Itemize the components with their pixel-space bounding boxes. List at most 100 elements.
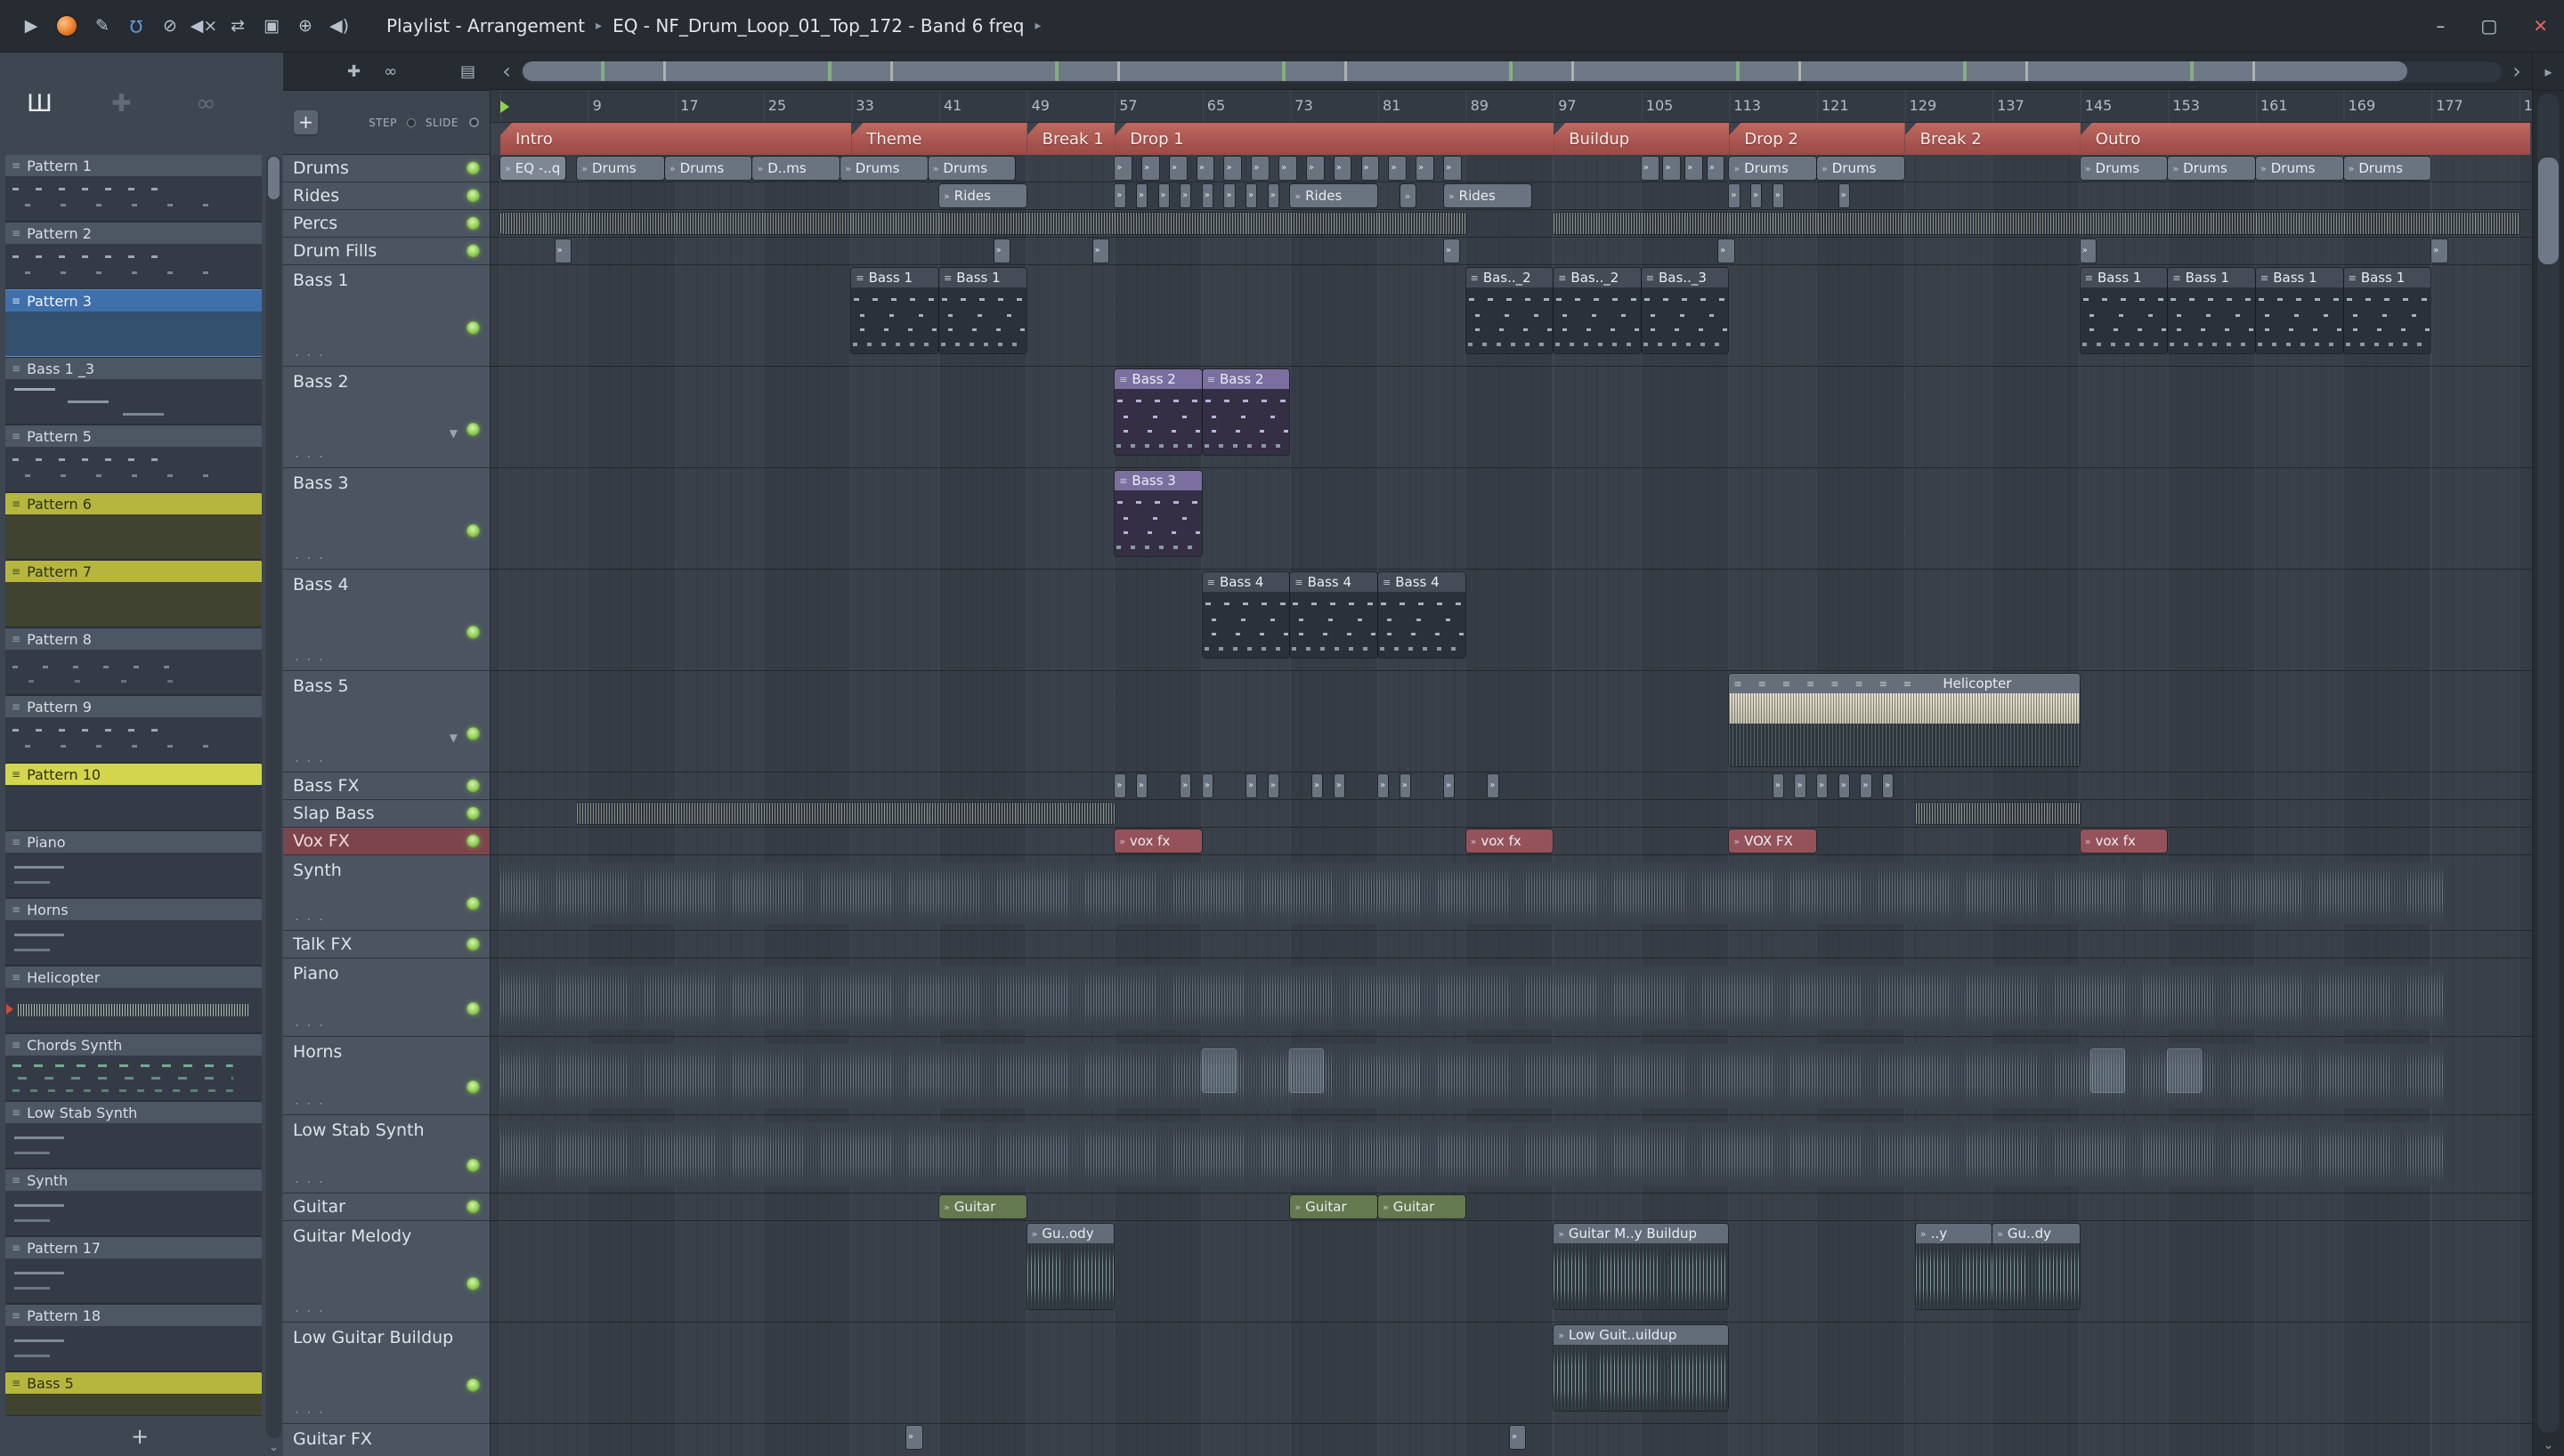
clip-bass-3[interactable]: ≡ Bass 3	[1115, 471, 1202, 556]
horizontal-scrollbar[interactable]	[520, 59, 2503, 83]
track-header-drums[interactable]: Drums	[283, 155, 490, 182]
move-tool-icon[interactable]: ✚	[111, 90, 132, 117]
mini-clip[interactable]: »	[1224, 184, 1235, 207]
clip-bass-1[interactable]: ≡ Bass 1	[2080, 268, 2168, 353]
clip-bas-2[interactable]: ≡ Bas.._2	[1465, 268, 1554, 353]
clip-rides[interactable]: » Rides	[1443, 184, 1531, 207]
pattern-item-pattern-7[interactable]: ≡ Pattern 7	[5, 561, 262, 627]
swap-arrows-icon[interactable]: ⇄	[223, 11, 253, 41]
mini-clip[interactable]: »	[2431, 239, 2447, 263]
track-header-talk-fx[interactable]: Talk FX	[283, 931, 490, 959]
mute-speaker-icon[interactable]: ◀×	[189, 11, 219, 41]
mini-clip[interactable]: »	[1773, 774, 1783, 797]
pattern-item-pattern-18[interactable]: ≡ Pattern 18	[5, 1305, 262, 1371]
mini-clip[interactable]: »	[1334, 157, 1351, 180]
clip-guitar-m-y-buildup[interactable]: » Guitar M..y Buildup	[1554, 1224, 1729, 1309]
pattern-item-piano[interactable]: ≡ Piano	[5, 831, 262, 897]
pattern-item-bass-1-3[interactable]: ≡ Bass 1 _3	[5, 358, 262, 424]
track-header-piano[interactable]: Piano . . .	[283, 959, 490, 1037]
mini-clip[interactable]: »	[906, 1426, 922, 1449]
vertical-scrollbar[interactable]: ▸ ⌄	[2532, 53, 2564, 1456]
clip-d-ms[interactable]: » D..ms	[752, 157, 840, 180]
track-mute-led[interactable]	[467, 897, 480, 911]
clip-y[interactable]: » ..y	[1915, 1224, 1992, 1309]
play-icon[interactable]: ▶	[16, 11, 46, 41]
track-mute-led[interactable]	[467, 1158, 480, 1172]
clip-drums[interactable]: » Drums	[1817, 157, 1904, 180]
track-header-low-guitar-buildup[interactable]: Low Guitar Buildup . . .	[283, 1323, 490, 1424]
scroll-left-arrow[interactable]: ‹	[498, 59, 515, 84]
audio-stem-waveform[interactable]	[500, 862, 2443, 924]
pattern-item-pattern-17[interactable]: ≡ Pattern 17	[5, 1237, 262, 1303]
clip-guitar[interactable]: » Guitar	[1378, 1195, 1465, 1218]
track-header-bass-4[interactable]: Bass 4 . . .	[283, 570, 490, 671]
mini-clip[interactable]: »	[1142, 157, 1159, 180]
track-header-bass-3[interactable]: Bass 3 . . .	[283, 468, 490, 570]
master-volume-icon[interactable]: ◀)	[324, 11, 354, 41]
audio-stem-waveform[interactable]	[500, 1044, 2443, 1108]
scroll-down-arrow[interactable]: ⌄	[266, 1440, 281, 1454]
close-button[interactable]: ✕	[2533, 15, 2548, 36]
scrollbar-thumb[interactable]	[268, 157, 280, 199]
mini-clip[interactable]: »	[1861, 774, 1871, 797]
clip-drums[interactable]: » Drums	[664, 157, 752, 180]
scrollbar-thumb[interactable]	[2538, 158, 2559, 264]
clip-drums[interactable]: » Drums	[2256, 157, 2343, 180]
clip-helicopter[interactable]: ≡ ≡ ≡ ≡ ≡ ≡ ≡ ≡ Helicopter	[1729, 674, 2080, 766]
move-tool-icon[interactable]: ✚	[347, 62, 361, 81]
mini-clip[interactable]: »	[1268, 774, 1279, 797]
clip-drums[interactable]: » Drums	[928, 157, 1016, 180]
track-header-percs[interactable]: Percs	[283, 210, 490, 238]
mini-clip[interactable]: »	[1685, 157, 1702, 180]
clip-drums[interactable]: » Drums	[2343, 157, 2431, 180]
clip-bass-2[interactable]: ≡ Bass 2	[1115, 369, 1202, 455]
mini-clip[interactable]: »	[1115, 157, 1132, 180]
clip-low-guit-uildup[interactable]: » Low Guit..uildup	[1554, 1325, 1729, 1411]
scroll-down-arrow[interactable]: ⌄	[2533, 1438, 2564, 1452]
clip-drums[interactable]: » Drums	[840, 157, 928, 180]
track-header-bass-5[interactable]: Bass 5 . . . ▼	[283, 671, 490, 772]
pattern-picker-icon[interactable]: Ш	[27, 90, 53, 117]
mini-clip[interactable]: »	[1443, 239, 1460, 263]
clip-bass-1[interactable]: ≡ Bass 1	[2343, 268, 2431, 353]
note-ticks-region[interactable]	[1915, 803, 2081, 824]
mini-clip[interactable]: »	[1641, 157, 1659, 180]
clip-bass-1[interactable]: ≡ Bass 1	[2256, 268, 2343, 353]
mini-clip[interactable]: »	[1136, 774, 1148, 797]
add-track-button[interactable]: +	[294, 110, 318, 134]
mini-clip[interactable]: »	[1751, 184, 1762, 207]
mini-clip[interactable]: »	[1115, 184, 1125, 207]
pattern-list-scrollbar[interactable]	[266, 155, 281, 1438]
audio-segment[interactable]	[1202, 1049, 1236, 1092]
track-mute-led[interactable]	[467, 244, 480, 258]
track-mute-led[interactable]	[467, 189, 480, 203]
mini-clip[interactable]: »	[555, 239, 572, 263]
mini-clip[interactable]: »	[1400, 774, 1410, 797]
audio-stem-waveform[interactable]	[500, 1122, 2443, 1186]
section-marker-drop-1[interactable]: Drop 1	[1115, 123, 1554, 155]
track-header-slap-bass[interactable]: Slap Bass	[283, 800, 490, 828]
section-marker-buildup[interactable]: Buildup	[1554, 123, 1730, 155]
pattern-item-pattern-2[interactable]: ≡ Pattern 2	[5, 222, 262, 288]
clip-rides[interactable]: » Rides	[1290, 184, 1377, 207]
pattern-item-pattern-3[interactable]: ≡ Pattern 3	[5, 290, 262, 356]
track-header-rides[interactable]: Rides	[283, 182, 490, 210]
mini-clip[interactable]: »	[994, 239, 1010, 263]
track-mute-led[interactable]	[467, 1277, 480, 1291]
magnet-snap-icon[interactable]: Ω	[121, 11, 151, 41]
pattern-item-pattern-10[interactable]: ≡ Pattern 10	[5, 764, 262, 829]
clip-bas-3[interactable]: ≡ Bas.._3	[1641, 268, 1729, 353]
track-mute-led[interactable]	[467, 1001, 480, 1015]
clip-drums[interactable]: » Drums	[1729, 157, 1816, 180]
mini-clip[interactable]: »	[1224, 157, 1242, 180]
clip-bass-4[interactable]: ≡ Bass 4	[1290, 572, 1377, 658]
track-menu-arrow-icon[interactable]: ▼	[450, 427, 458, 440]
track-mute-led[interactable]	[467, 216, 480, 231]
mini-clip[interactable]: »	[1181, 184, 1191, 207]
note-ticks-region[interactable]	[500, 213, 1466, 234]
track-header-drum-fills[interactable]: Drum Fills	[283, 238, 490, 265]
maximize-button[interactable]: ▢	[2480, 15, 2497, 36]
clip-bas-2[interactable]: ≡ Bas.._2	[1554, 268, 1641, 353]
clip-vox-fx[interactable]: » vox fx	[1115, 829, 1202, 853]
clip-guitar[interactable]: » Guitar	[1290, 1195, 1377, 1218]
